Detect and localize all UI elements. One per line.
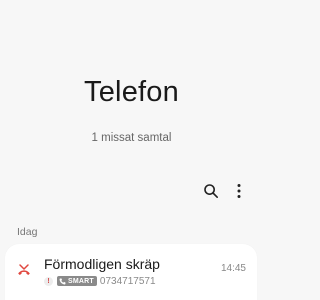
more-vert-icon [237, 184, 241, 198]
section-header-today: Idag [17, 226, 38, 238]
search-icon [204, 184, 218, 198]
search-button[interactable] [198, 178, 224, 204]
missed-call-icon [18, 264, 30, 275]
phone-number: 0734717571 [99, 275, 156, 287]
call-time: 14:45 [220, 263, 246, 274]
smart-badge-label: SMART [68, 277, 94, 285]
caller-name: Förmodligen skräp [44, 256, 160, 272]
call-log-item[interactable]: Förmodligen skräp ! SMART 0734717571 14:… [5, 244, 257, 300]
app-title: Telefon [84, 76, 179, 108]
more-options-button[interactable] [226, 178, 252, 204]
spam-warning-icon: ! [44, 276, 53, 286]
call-details: ! SMART 0734717571 [44, 275, 156, 287]
smart-call-badge: SMART [57, 276, 97, 286]
app-header: Telefon 1 missat samtal [0, 0, 263, 170]
missed-calls-summary: 1 missat samtal [91, 132, 172, 144]
phone-icon [59, 278, 66, 284]
